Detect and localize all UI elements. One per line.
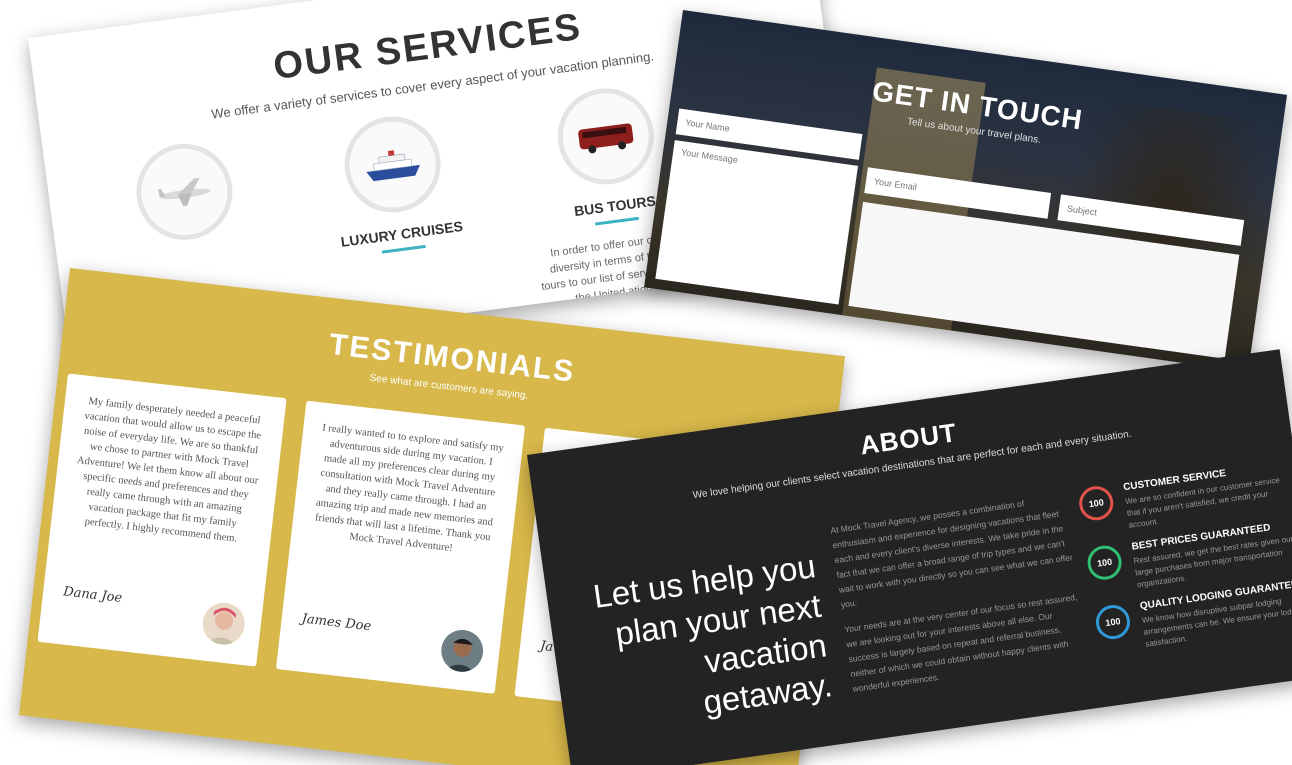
- service-title: [98, 241, 286, 266]
- airplane-icon: [130, 138, 239, 246]
- testimonial-signature: Ja: [539, 638, 554, 656]
- score-ring: 100: [1077, 484, 1116, 523]
- contact-section: GET IN TOUCH Tell us about your travel p…: [644, 10, 1288, 373]
- score-ring: 100: [1085, 543, 1124, 582]
- testimonial-quote: I really wanted to to explore and satisf…: [314, 422, 505, 555]
- score-ring: 100: [1093, 602, 1133, 642]
- bus-icon: [551, 82, 660, 191]
- message-field[interactable]: [655, 140, 859, 305]
- testimonial-signature: Dana Joe: [62, 584, 123, 606]
- testimonial-quote: My family desperately needed a peaceful …: [76, 395, 262, 545]
- service-item-airplane: [84, 132, 287, 266]
- avatar: [202, 602, 245, 647]
- service-underline: [594, 216, 639, 226]
- cruise-ship-icon: [338, 110, 447, 219]
- testimonial-card: I really wanted to to explore and satisf…: [275, 400, 526, 694]
- testimonial-signature: James Doe: [300, 611, 372, 635]
- service-item-cruise: LUXURY CRUISES: [292, 104, 498, 263]
- about-headline: Let us help you plan your next vacation …: [590, 547, 835, 721]
- avatar: [441, 629, 484, 674]
- service-underline: [381, 244, 426, 254]
- testimonial-card: My family desperately needed a peaceful …: [37, 373, 287, 667]
